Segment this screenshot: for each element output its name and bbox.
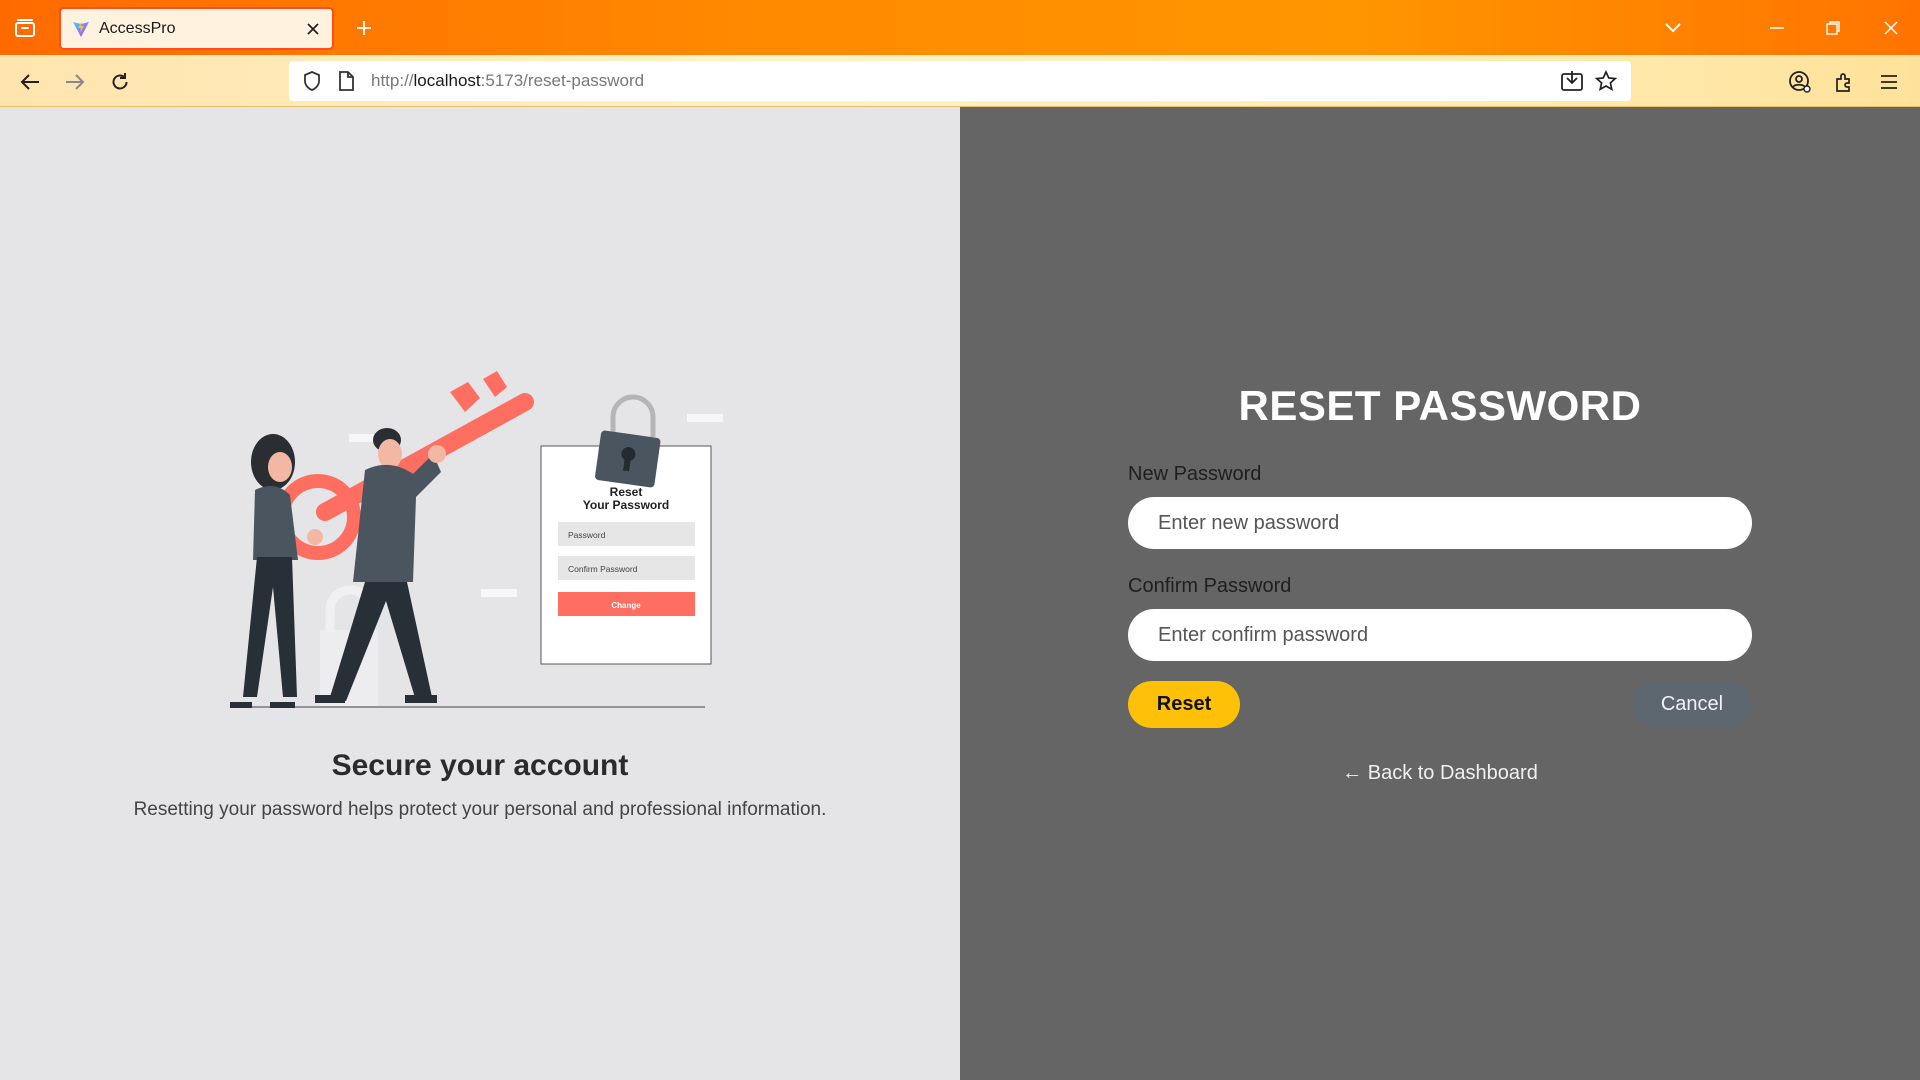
vite-logo-icon xyxy=(71,19,91,39)
card-title-line2: Your Password xyxy=(583,498,669,512)
forward-arrow-icon[interactable] xyxy=(59,66,91,98)
url-text[interactable]: http://localhost:5173/reset-password xyxy=(371,71,644,91)
back-to-dashboard-link[interactable]: ← Back to Dashboard xyxy=(960,762,1920,785)
new-password-label: New Password xyxy=(1128,463,1262,485)
shield-icon[interactable] xyxy=(295,61,329,101)
extensions-icon[interactable] xyxy=(1829,66,1861,98)
page-icon[interactable] xyxy=(329,61,363,101)
account-icon[interactable] xyxy=(1784,66,1816,98)
url-bar[interactable]: http://localhost:5173/reset-password xyxy=(289,61,1631,101)
back-arrow-icon[interactable] xyxy=(14,66,46,98)
cancel-button[interactable]: Cancel xyxy=(1632,681,1752,728)
restore-icon[interactable] xyxy=(1810,8,1856,48)
info-panel: Reset Your Password Password Confirm Pas… xyxy=(0,107,960,1080)
bookmark-star-icon[interactable] xyxy=(1589,65,1623,97)
tab-list-icon[interactable] xyxy=(10,13,40,43)
tab-title: AccessPro xyxy=(99,19,176,37)
save-to-pocket-icon[interactable] xyxy=(1555,65,1589,97)
secure-account-subtext: Resetting your password helps protect yo… xyxy=(133,799,827,820)
form-title: RESET PASSWORD xyxy=(1238,382,1642,429)
confirm-password-label: Confirm Password xyxy=(1128,575,1292,597)
card-button-change: Change xyxy=(611,601,641,610)
menu-icon[interactable] xyxy=(1873,66,1905,98)
minimize-icon[interactable] xyxy=(1754,8,1800,48)
reset-button[interactable]: Reset xyxy=(1128,681,1240,728)
close-tab-icon[interactable] xyxy=(300,16,326,42)
reload-icon[interactable] xyxy=(104,66,136,98)
card-title: Reset xyxy=(610,485,643,499)
confirm-password-input[interactable] xyxy=(1128,609,1752,661)
url-path: :5173/reset-password xyxy=(480,71,645,90)
page-content: Reset Your Password Password Confirm Pas… xyxy=(0,107,1920,1080)
reset-password-illustration: Reset Your Password Password Confirm Pas… xyxy=(230,371,723,708)
card-field-confirm: Confirm Password xyxy=(568,564,638,574)
navigation-bar: http://localhost:5173/reset-password xyxy=(0,55,1920,107)
browser-tab[interactable]: AccessPro xyxy=(59,7,334,50)
new-password-input[interactable] xyxy=(1128,497,1752,549)
url-scheme: http:// xyxy=(371,71,414,90)
chevron-down-icon[interactable] xyxy=(1658,13,1688,43)
secure-account-heading: Secure your account xyxy=(331,749,629,782)
close-window-icon[interactable] xyxy=(1868,8,1914,48)
reset-form-panel: RESET PASSWORD New Password Confirm Pass… xyxy=(960,107,1920,1080)
new-tab-icon[interactable] xyxy=(349,13,379,43)
card-field-password: Password xyxy=(568,530,606,540)
url-host: localhost xyxy=(413,71,481,90)
tab-bar: AccessPro xyxy=(0,0,1920,55)
